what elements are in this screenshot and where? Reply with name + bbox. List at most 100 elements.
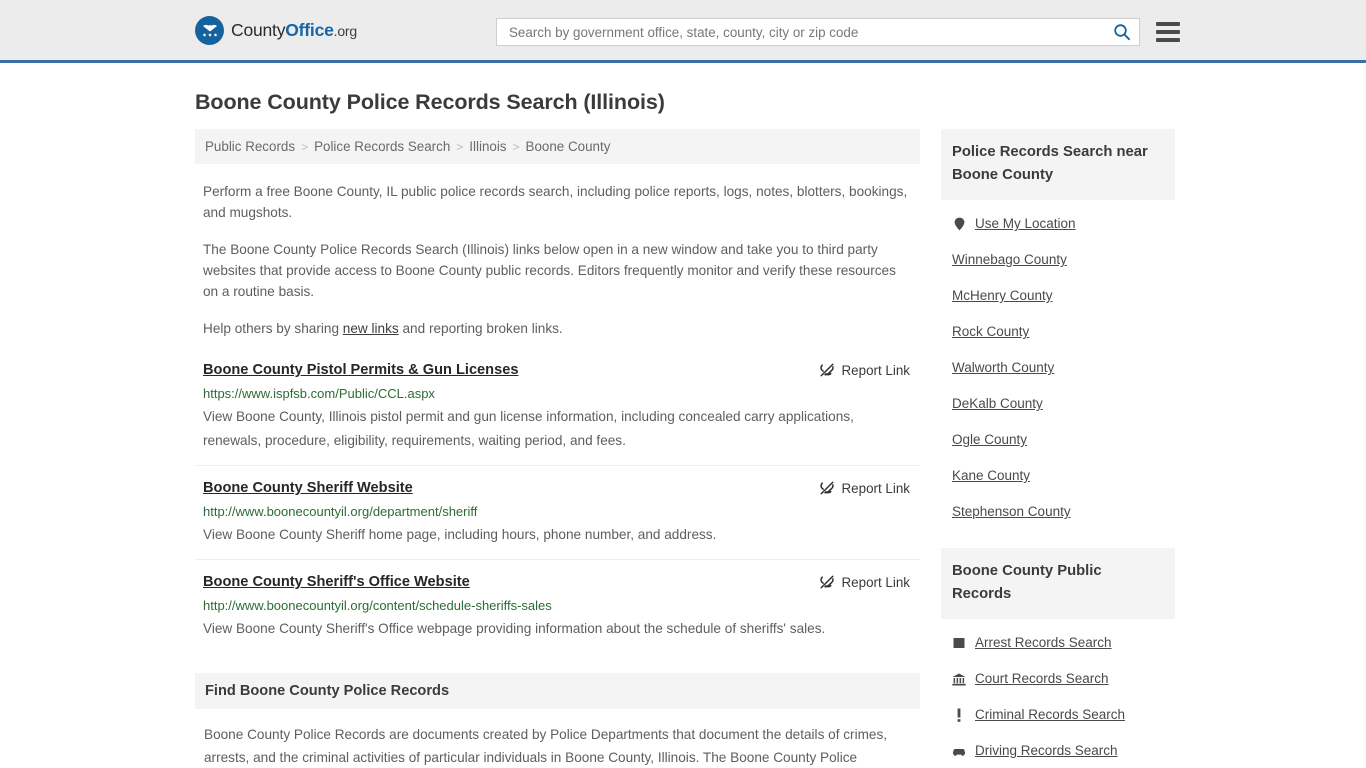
main-column: Public Records > Police Records Search >… xyxy=(195,129,920,768)
courthouse-icon xyxy=(952,673,966,686)
sidebar-item-arrest-records-search[interactable]: Arrest Records Search xyxy=(941,625,1175,661)
breadcrumb-item-boone-county[interactable]: Boone County xyxy=(526,139,611,154)
result-header: Boone County Sheriff Website Report Link xyxy=(203,479,912,498)
breadcrumb-separator: > xyxy=(301,139,309,154)
result-header: Boone County Pistol Permits & Gun Licens… xyxy=(203,361,912,380)
result-url[interactable]: http://www.boonecountyil.org/content/sch… xyxy=(203,597,912,615)
find-records-section: Find Boone County Police Records Boone C… xyxy=(195,673,920,768)
sidebar-item-use-my-location[interactable]: Use My Location xyxy=(941,206,1175,242)
logo-wordmark: CountyOffice.org xyxy=(231,20,357,41)
report-link-label: Report Link xyxy=(841,574,910,590)
intro-p3-after: and reporting broken links. xyxy=(398,321,563,336)
search-box[interactable] xyxy=(496,18,1140,46)
broken-link-icon xyxy=(819,362,835,378)
sidebar-item-mchenry-county[interactable]: McHenry County xyxy=(941,278,1175,314)
sidebar-item-label: Winnebago County xyxy=(952,252,1067,267)
breadcrumb-separator: > xyxy=(512,139,520,154)
breadcrumb-item-illinois[interactable]: Illinois xyxy=(469,139,506,154)
sidebar-item-rock-county[interactable]: Rock County xyxy=(941,314,1175,350)
results-list: Boone County Pistol Permits & Gun Licens… xyxy=(195,361,920,653)
sidebar-item-label: Stephenson County xyxy=(952,504,1071,519)
logo-text-county: County xyxy=(231,19,286,40)
sidebar-block-public-records: Boone County Public Records Arrest Recor… xyxy=(941,548,1175,768)
sidebar-item-label: Criminal Records Search xyxy=(975,707,1126,722)
sidebar-item-label: Arrest Records Search xyxy=(975,635,1112,650)
sidebar-item-label: Walworth County xyxy=(952,360,1055,375)
sidebar-item-criminal-records-search[interactable]: Criminal Records Search xyxy=(941,697,1175,733)
sidebar-item-label: Driving Records Search xyxy=(975,743,1118,758)
breadcrumb-item-public-records[interactable]: Public Records xyxy=(205,139,295,154)
result-url[interactable]: http://www.boonecountyil.org/department/… xyxy=(203,503,912,521)
find-records-header: Find Boone County Police Records xyxy=(195,673,920,709)
sidebar-item-label: Use My Location xyxy=(975,216,1076,231)
result-item: Boone County Sheriff's Office Website Re… xyxy=(195,573,920,653)
result-header: Boone County Sheriff's Office Website Re… xyxy=(203,573,912,592)
sidebar-item-driving-records-search[interactable]: Driving Records Search xyxy=(941,733,1175,768)
fingerprint-card-icon xyxy=(952,637,966,649)
page-title: Boone County Police Records Search (Illi… xyxy=(195,90,665,114)
intro-text: Perform a free Boone County, IL public p… xyxy=(195,181,920,339)
sidebar-item-label: Court Records Search xyxy=(975,671,1109,686)
result-item: Boone County Pistol Permits & Gun Licens… xyxy=(195,361,920,466)
sidebar-item-walworth-county[interactable]: Walworth County xyxy=(941,350,1175,386)
car-icon xyxy=(952,746,966,757)
hamburger-menu-icon[interactable] xyxy=(1156,22,1180,42)
broken-link-icon xyxy=(819,480,835,496)
report-link-label: Report Link xyxy=(841,362,910,378)
search-icon[interactable] xyxy=(1113,23,1131,41)
sidebar-nearby-list: Use My Location Winnebago County McHenry… xyxy=(941,200,1175,530)
sidebar-item-ogle-county[interactable]: Ogle County xyxy=(941,422,1175,458)
map-pin-icon xyxy=(952,217,966,231)
sidebar-item-label: McHenry County xyxy=(952,288,1053,303)
result-title-link[interactable]: Boone County Sheriff Website xyxy=(203,479,413,498)
page-container: Boone County Police Records Search (Illi… xyxy=(0,90,1366,768)
site-header: CountyOffice.org xyxy=(0,0,1366,63)
exclamation-icon xyxy=(952,708,966,722)
header-search-area xyxy=(496,18,1180,46)
sidebar-item-court-records-search[interactable]: Court Records Search xyxy=(941,661,1175,697)
sidebar-item-stephenson-county[interactable]: Stephenson County xyxy=(941,494,1175,530)
report-link-button[interactable]: Report Link xyxy=(819,574,912,590)
sidebar-item-winnebago-county[interactable]: Winnebago County xyxy=(941,242,1175,278)
sidebar-item-dekalb-county[interactable]: DeKalb County xyxy=(941,386,1175,422)
eagle-shield-logo-icon xyxy=(195,15,224,45)
content-row: Public Records > Police Records Search >… xyxy=(195,129,1175,768)
report-link-button[interactable]: Report Link xyxy=(819,362,912,378)
result-description: View Boone County Sheriff's Office webpa… xyxy=(203,621,826,636)
sidebar-item-kane-county[interactable]: Kane County xyxy=(941,458,1175,494)
hamburger-bar-2 xyxy=(1156,30,1180,34)
intro-paragraph-3: Help others by sharing new links and rep… xyxy=(195,318,920,339)
result-description: View Boone County, Illinois pistol permi… xyxy=(203,409,854,448)
site-logo[interactable]: CountyOffice.org xyxy=(195,15,357,45)
result-title-link[interactable]: Boone County Pistol Permits & Gun Licens… xyxy=(203,361,518,380)
new-links-link[interactable]: new links xyxy=(343,321,399,336)
intro-paragraph-1: Perform a free Boone County, IL public p… xyxy=(203,184,908,220)
logo-text-office: Office xyxy=(285,19,334,40)
sidebar: Police Records Search near Boone County … xyxy=(941,129,1175,768)
broken-link-icon xyxy=(819,574,835,590)
report-link-label: Report Link xyxy=(841,480,910,496)
breadcrumb: Public Records > Police Records Search >… xyxy=(195,129,920,164)
breadcrumb-separator: > xyxy=(456,139,464,154)
result-title-link[interactable]: Boone County Sheriff's Office Website xyxy=(203,573,470,592)
sidebar-item-label: DeKalb County xyxy=(952,396,1043,411)
find-records-body: Boone County Police Records are document… xyxy=(204,727,888,765)
sidebar-nearby-header: Police Records Search near Boone County xyxy=(941,129,1175,200)
sidebar-item-label: Kane County xyxy=(952,468,1031,483)
search-input[interactable] xyxy=(507,23,1113,41)
result-url[interactable]: https://www.ispfsb.com/Public/CCL.aspx xyxy=(203,385,912,403)
logo-text-org: .org xyxy=(333,22,358,39)
report-link-button[interactable]: Report Link xyxy=(819,480,912,496)
hamburger-bar-3 xyxy=(1156,38,1180,42)
hamburger-bar-1 xyxy=(1156,22,1180,26)
sidebar-public-records-header: Boone County Public Records xyxy=(941,548,1175,619)
sidebar-block-nearby: Police Records Search near Boone County … xyxy=(941,129,1175,530)
result-item: Boone County Sheriff Website Report Link… xyxy=(195,479,920,560)
breadcrumb-item-police-records-search[interactable]: Police Records Search xyxy=(314,139,450,154)
result-description: View Boone County Sheriff home page, inc… xyxy=(203,527,717,542)
intro-paragraph-2: The Boone County Police Records Search (… xyxy=(203,242,896,299)
sidebar-item-label: Rock County xyxy=(952,324,1030,339)
sidebar-public-records-list: Arrest Records Search Court Records Sear… xyxy=(941,619,1175,768)
sidebar-item-label: Ogle County xyxy=(952,432,1028,447)
intro-p3-before: Help others by sharing xyxy=(203,321,343,336)
